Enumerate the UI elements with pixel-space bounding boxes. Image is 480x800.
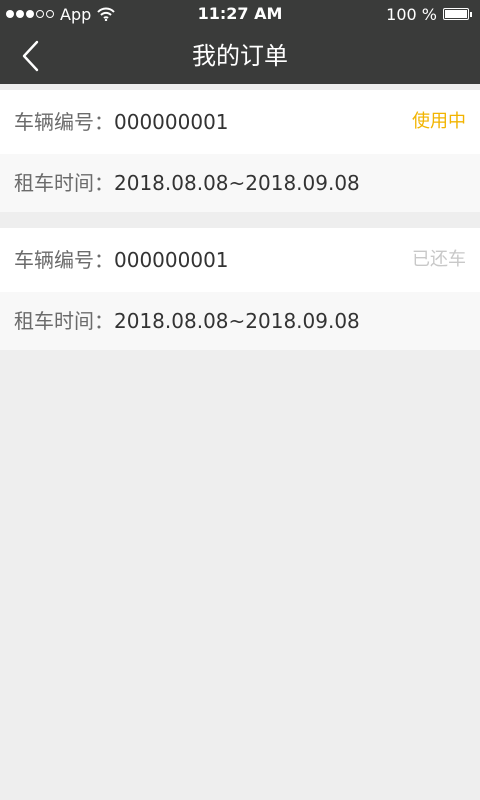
status-bar: App 11:27 AM 100 % bbox=[0, 0, 480, 28]
status-right: 100 % bbox=[386, 4, 472, 24]
order-card[interactable]: 车辆编号：000000001 使用中 租车时间：2018.08.08~2018.… bbox=[0, 90, 480, 212]
page-title: 我的订单 bbox=[192, 42, 288, 70]
battery-icon bbox=[443, 8, 469, 20]
header: App 11:27 AM 100 % 我的订单 bbox=[0, 0, 480, 84]
status-badge: 使用中 bbox=[412, 111, 466, 132]
vehicle-label: 车辆编号： bbox=[14, 110, 114, 134]
battery-fill bbox=[445, 10, 467, 18]
rental-period-label: 租车时间： bbox=[14, 309, 114, 333]
battery-nub bbox=[470, 11, 472, 17]
battery-percentage: 100 % bbox=[386, 4, 437, 24]
order-card[interactable]: 车辆编号：000000001 已还车 租车时间：2018.08.08~2018.… bbox=[0, 228, 480, 350]
rental-period: 2018.08.08~2018.09.08 bbox=[114, 309, 360, 333]
vehicle-row: 车辆编号：000000001 使用中 bbox=[0, 90, 480, 154]
vehicle-number: 000000001 bbox=[114, 248, 229, 272]
rental-period-row: 租车时间：2018.08.08~2018.09.08 bbox=[0, 154, 480, 212]
vehicle-number: 000000001 bbox=[114, 110, 229, 134]
rental-period-row: 租车时间：2018.08.08~2018.09.08 bbox=[0, 292, 480, 350]
vehicle-label: 车辆编号： bbox=[14, 248, 114, 272]
vehicle-row: 车辆编号：000000001 已还车 bbox=[0, 228, 480, 292]
rental-period-label: 租车时间： bbox=[14, 171, 114, 195]
order-list: 车辆编号：000000001 使用中 租车时间：2018.08.08~2018.… bbox=[0, 90, 480, 366]
rental-period: 2018.08.08~2018.09.08 bbox=[114, 171, 360, 195]
nav-bar: 我的订单 bbox=[0, 28, 480, 84]
app-screen: App 11:27 AM 100 % 我的订单 车辆编号：000000001 使… bbox=[0, 0, 480, 800]
status-badge: 已还车 bbox=[412, 249, 466, 270]
